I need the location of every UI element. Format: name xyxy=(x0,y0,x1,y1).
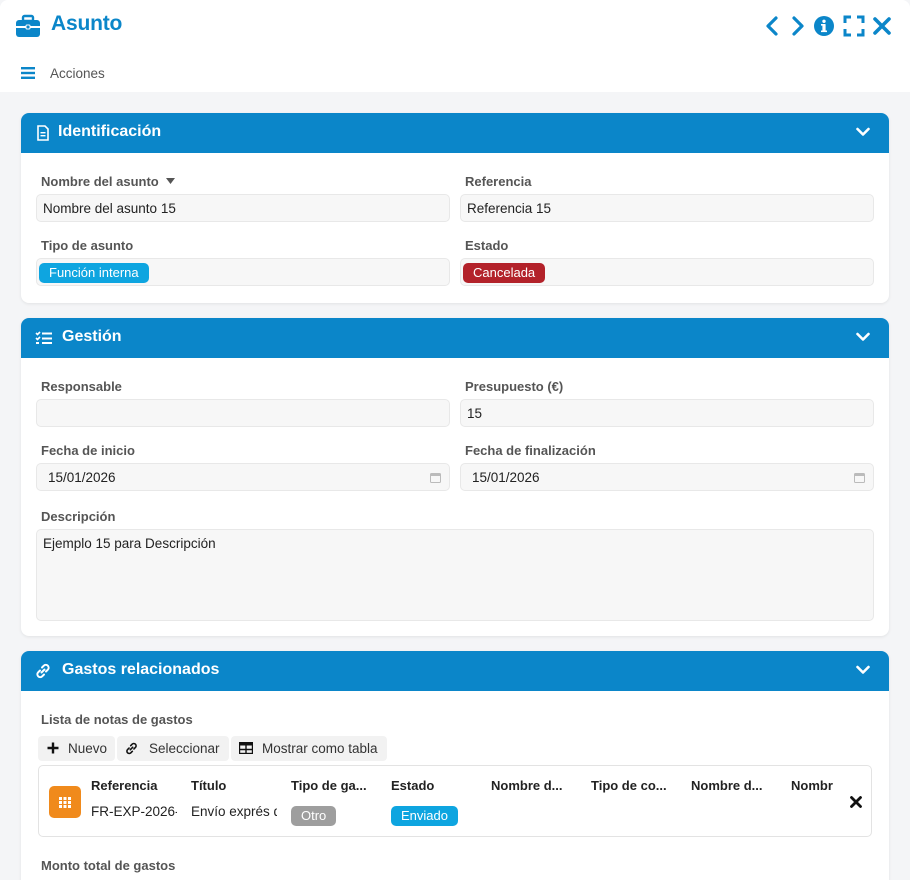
column-header[interactable]: Referencia xyxy=(91,778,181,793)
hamburger-menu-icon[interactable] xyxy=(21,67,35,79)
estado-badge: Cancelada xyxy=(463,263,546,283)
lista-gastos-label: Lista de notas de gastos xyxy=(41,712,193,727)
estado-label: Estado xyxy=(465,238,509,253)
chevron-down-icon[interactable] xyxy=(856,332,870,342)
seleccionar-button-label: Seleccionar xyxy=(149,741,220,756)
caret-down-icon[interactable] xyxy=(166,178,175,184)
estado-field[interactable]: Cancelada xyxy=(460,258,874,286)
gastos-title: Gastos relacionados xyxy=(62,661,220,678)
gastos-panel: Gastos relacionados Lista de notas de ga… xyxy=(21,651,889,880)
seleccionar-button[interactable]: Seleccionar xyxy=(117,736,229,761)
plus-icon xyxy=(47,742,59,754)
gestion-title: Gestión xyxy=(62,328,122,345)
chevron-left-icon[interactable] xyxy=(762,15,784,37)
column-header[interactable]: Título xyxy=(191,778,281,793)
gastos-header[interactable]: Gastos relacionados xyxy=(21,651,889,691)
presupuesto-field[interactable]: 15 xyxy=(460,399,874,427)
chevron-right-icon[interactable] xyxy=(786,15,808,37)
column-header[interactable]: Nombre d... xyxy=(691,778,781,793)
window-header: Asunto Acciones xyxy=(0,0,910,92)
tipo-asunto-field[interactable]: Función interna xyxy=(36,258,450,286)
asunto-window: Asunto Acciones Identificación Nombre de… xyxy=(0,0,910,880)
row-titulo[interactable]: Envío exprés d xyxy=(191,804,277,819)
fecha-fin-value: 15/01/2026 xyxy=(472,470,540,485)
tipo-asunto-badge: Función interna xyxy=(39,263,149,283)
referencia-label: Referencia xyxy=(465,174,532,189)
grid-app-icon xyxy=(49,786,81,818)
referencia-field[interactable]: Referencia 15 xyxy=(460,194,874,222)
fecha-fin-label: Fecha de finalización xyxy=(465,443,596,458)
fullscreen-icon[interactable] xyxy=(843,15,865,37)
link-icon xyxy=(36,663,50,679)
window-title: Asunto xyxy=(51,12,123,35)
info-icon[interactable] xyxy=(813,15,835,37)
descripcion-label: Descripción xyxy=(41,509,116,524)
chevron-down-icon[interactable] xyxy=(856,127,870,137)
nuevo-button-label: Nuevo xyxy=(68,741,108,756)
gestion-header[interactable]: Gestión xyxy=(21,318,889,358)
nuevo-button[interactable]: Nuevo xyxy=(38,736,115,761)
nombre-asunto-label: Nombre del asunto xyxy=(41,174,159,189)
column-header[interactable]: Tipo de ga... xyxy=(291,778,381,793)
calendar-icon[interactable] xyxy=(854,472,865,483)
tipo-asunto-label: Tipo de asunto xyxy=(41,238,134,253)
mostrar-tabla-button-label: Mostrar como tabla xyxy=(262,741,378,756)
row-tipo-badge: Otro xyxy=(291,806,337,826)
identificacion-panel: Identificación Nombre del asunto Nombre … xyxy=(21,113,889,303)
responsable-label: Responsable xyxy=(41,379,122,394)
calendar-icon[interactable] xyxy=(430,472,441,483)
mostrar-tabla-button[interactable]: Mostrar como tabla xyxy=(231,736,387,761)
fecha-inicio-label: Fecha de inicio xyxy=(41,443,135,458)
monto-total-label: Monto total de gastos xyxy=(41,858,176,873)
identificacion-title: Identificación xyxy=(58,123,162,140)
chevron-down-icon[interactable] xyxy=(856,665,870,675)
column-header[interactable]: Nombr xyxy=(791,778,841,793)
gastos-grid: Referencia Título Tipo de ga... Estado N… xyxy=(38,765,872,837)
column-header[interactable]: Tipo de co... xyxy=(591,778,681,793)
gestion-panel: Gestión Responsable Presupuesto (€) 15 F… xyxy=(21,318,889,636)
column-header[interactable]: Estado xyxy=(391,778,481,793)
document-icon xyxy=(37,125,49,141)
table-icon xyxy=(239,742,253,754)
row-estado-badge: Enviado xyxy=(391,806,458,826)
nombre-asunto-field[interactable]: Nombre del asunto 15 xyxy=(36,194,450,222)
column-header[interactable]: Nombre d... xyxy=(491,778,581,793)
fecha-fin-field[interactable]: 15/01/2026 xyxy=(460,463,874,491)
remove-row-icon[interactable] xyxy=(850,796,862,808)
fecha-inicio-value: 15/01/2026 xyxy=(48,470,116,485)
presupuesto-label: Presupuesto (€) xyxy=(465,379,564,394)
fecha-inicio-field[interactable]: 15/01/2026 xyxy=(36,463,450,491)
close-icon[interactable] xyxy=(871,15,893,37)
link-icon xyxy=(126,742,137,755)
row-referencia[interactable]: FR-EXP-2026- xyxy=(91,804,177,819)
actions-menu-label[interactable]: Acciones xyxy=(50,66,105,81)
responsable-field[interactable] xyxy=(36,399,450,427)
descripcion-textarea[interactable]: Ejemplo 15 para Descripción xyxy=(36,529,874,621)
briefcase-icon xyxy=(16,14,40,37)
task-list-icon xyxy=(35,331,52,344)
identificacion-header[interactable]: Identificación xyxy=(21,113,889,153)
